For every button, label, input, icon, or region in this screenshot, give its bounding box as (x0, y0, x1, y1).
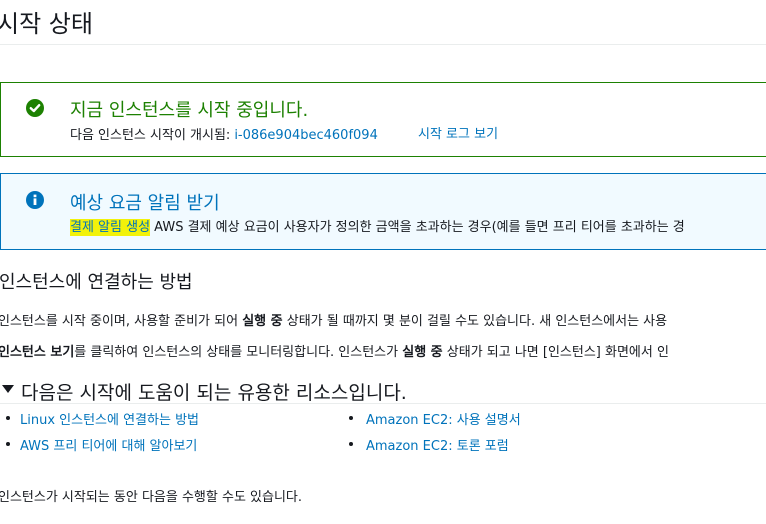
success-detail: 다음 인스턴스 시작이 개시됨: i-086e904bec460f094 (70, 124, 378, 143)
para2-text-a: 를 클릭하여 인스턴스의 상태를 모니터링합니다. 인스턴스가 (74, 345, 403, 360)
bullet-icon (6, 442, 10, 446)
check-circle-icon (26, 99, 44, 117)
billing-alert-detail: 결제 알림 생성 AWS 결제 예상 요금이 사용자가 정의한 금액을 초과하는… (70, 216, 685, 236)
para2-text-b: 상태가 되고 나면 [인스턴스] 화면에서 인 (442, 345, 669, 360)
bullet-icon (349, 442, 353, 446)
launch-tasks-intro: 인스턴스가 시작되는 동안 다음을 수행할 수도 있습니다. (0, 490, 303, 505)
link-ec2-user-guide[interactable]: Amazon EC2: 사용 설명서 (366, 409, 521, 428)
resources-divider (0, 403, 766, 404)
collapse-caret-icon[interactable] (2, 385, 14, 393)
connect-section-title: 인스턴스에 연결하는 방법 (0, 272, 193, 293)
billing-alert-text: AWS 결제 예상 요금이 사용자가 정의한 금액을 초과하는 경우(예를 들면… (150, 220, 685, 235)
link-aws-free-tier[interactable]: AWS 프리 티어에 대해 알아보기 (20, 435, 197, 454)
instance-id-link[interactable]: i-086e904bec460f094 (234, 128, 378, 143)
resources-title[interactable]: 다음은 시작에 도움이 되는 유용한 리소스입니다. (21, 378, 407, 405)
para2-bold-view-instances: 인스턴스 보기 (0, 345, 75, 360)
billing-alert-heading: 예상 요금 알림 받기 (70, 193, 220, 214)
connect-paragraph-1: 인스턴스를 시작 중이며, 사용할 준비가 되어 실행 중 상태가 될 때까지 … (0, 310, 667, 329)
para1-bold-running: 실행 중 (242, 314, 283, 329)
success-heading: 지금 인스턴스를 시작 중입니다. (70, 100, 309, 121)
bullet-icon (349, 416, 353, 420)
bullet-icon (6, 416, 10, 420)
para1-text-b: 상태가 될 때까지 몇 분이 걸릴 수도 있습니다. 새 인스턴스에서는 사용 (282, 314, 668, 329)
para2-bold-running: 실행 중 (402, 345, 443, 360)
link-ec2-forum[interactable]: Amazon EC2: 토론 포럼 (366, 435, 509, 454)
info-icon (26, 191, 44, 209)
connect-paragraph-2: 인스턴스 보기를 클릭하여 인스턴스의 상태를 모니터링합니다. 인스턴스가 실… (0, 341, 669, 360)
link-connect-linux-instance[interactable]: Linux 인스턴스에 연결하는 방법 (20, 409, 199, 428)
page-title: 시작 상태 (0, 10, 93, 38)
create-billing-alert-link[interactable]: 결제 알림 생성 (70, 219, 151, 236)
para1-text-a: 인스턴스를 시작 중이며, 사용할 준비가 되어 (0, 314, 243, 329)
title-divider (0, 44, 766, 45)
success-detail-prefix: 다음 인스턴스 시작이 개시됨: (70, 128, 231, 143)
view-launch-log-link[interactable]: 시작 로그 보기 (418, 123, 498, 142)
